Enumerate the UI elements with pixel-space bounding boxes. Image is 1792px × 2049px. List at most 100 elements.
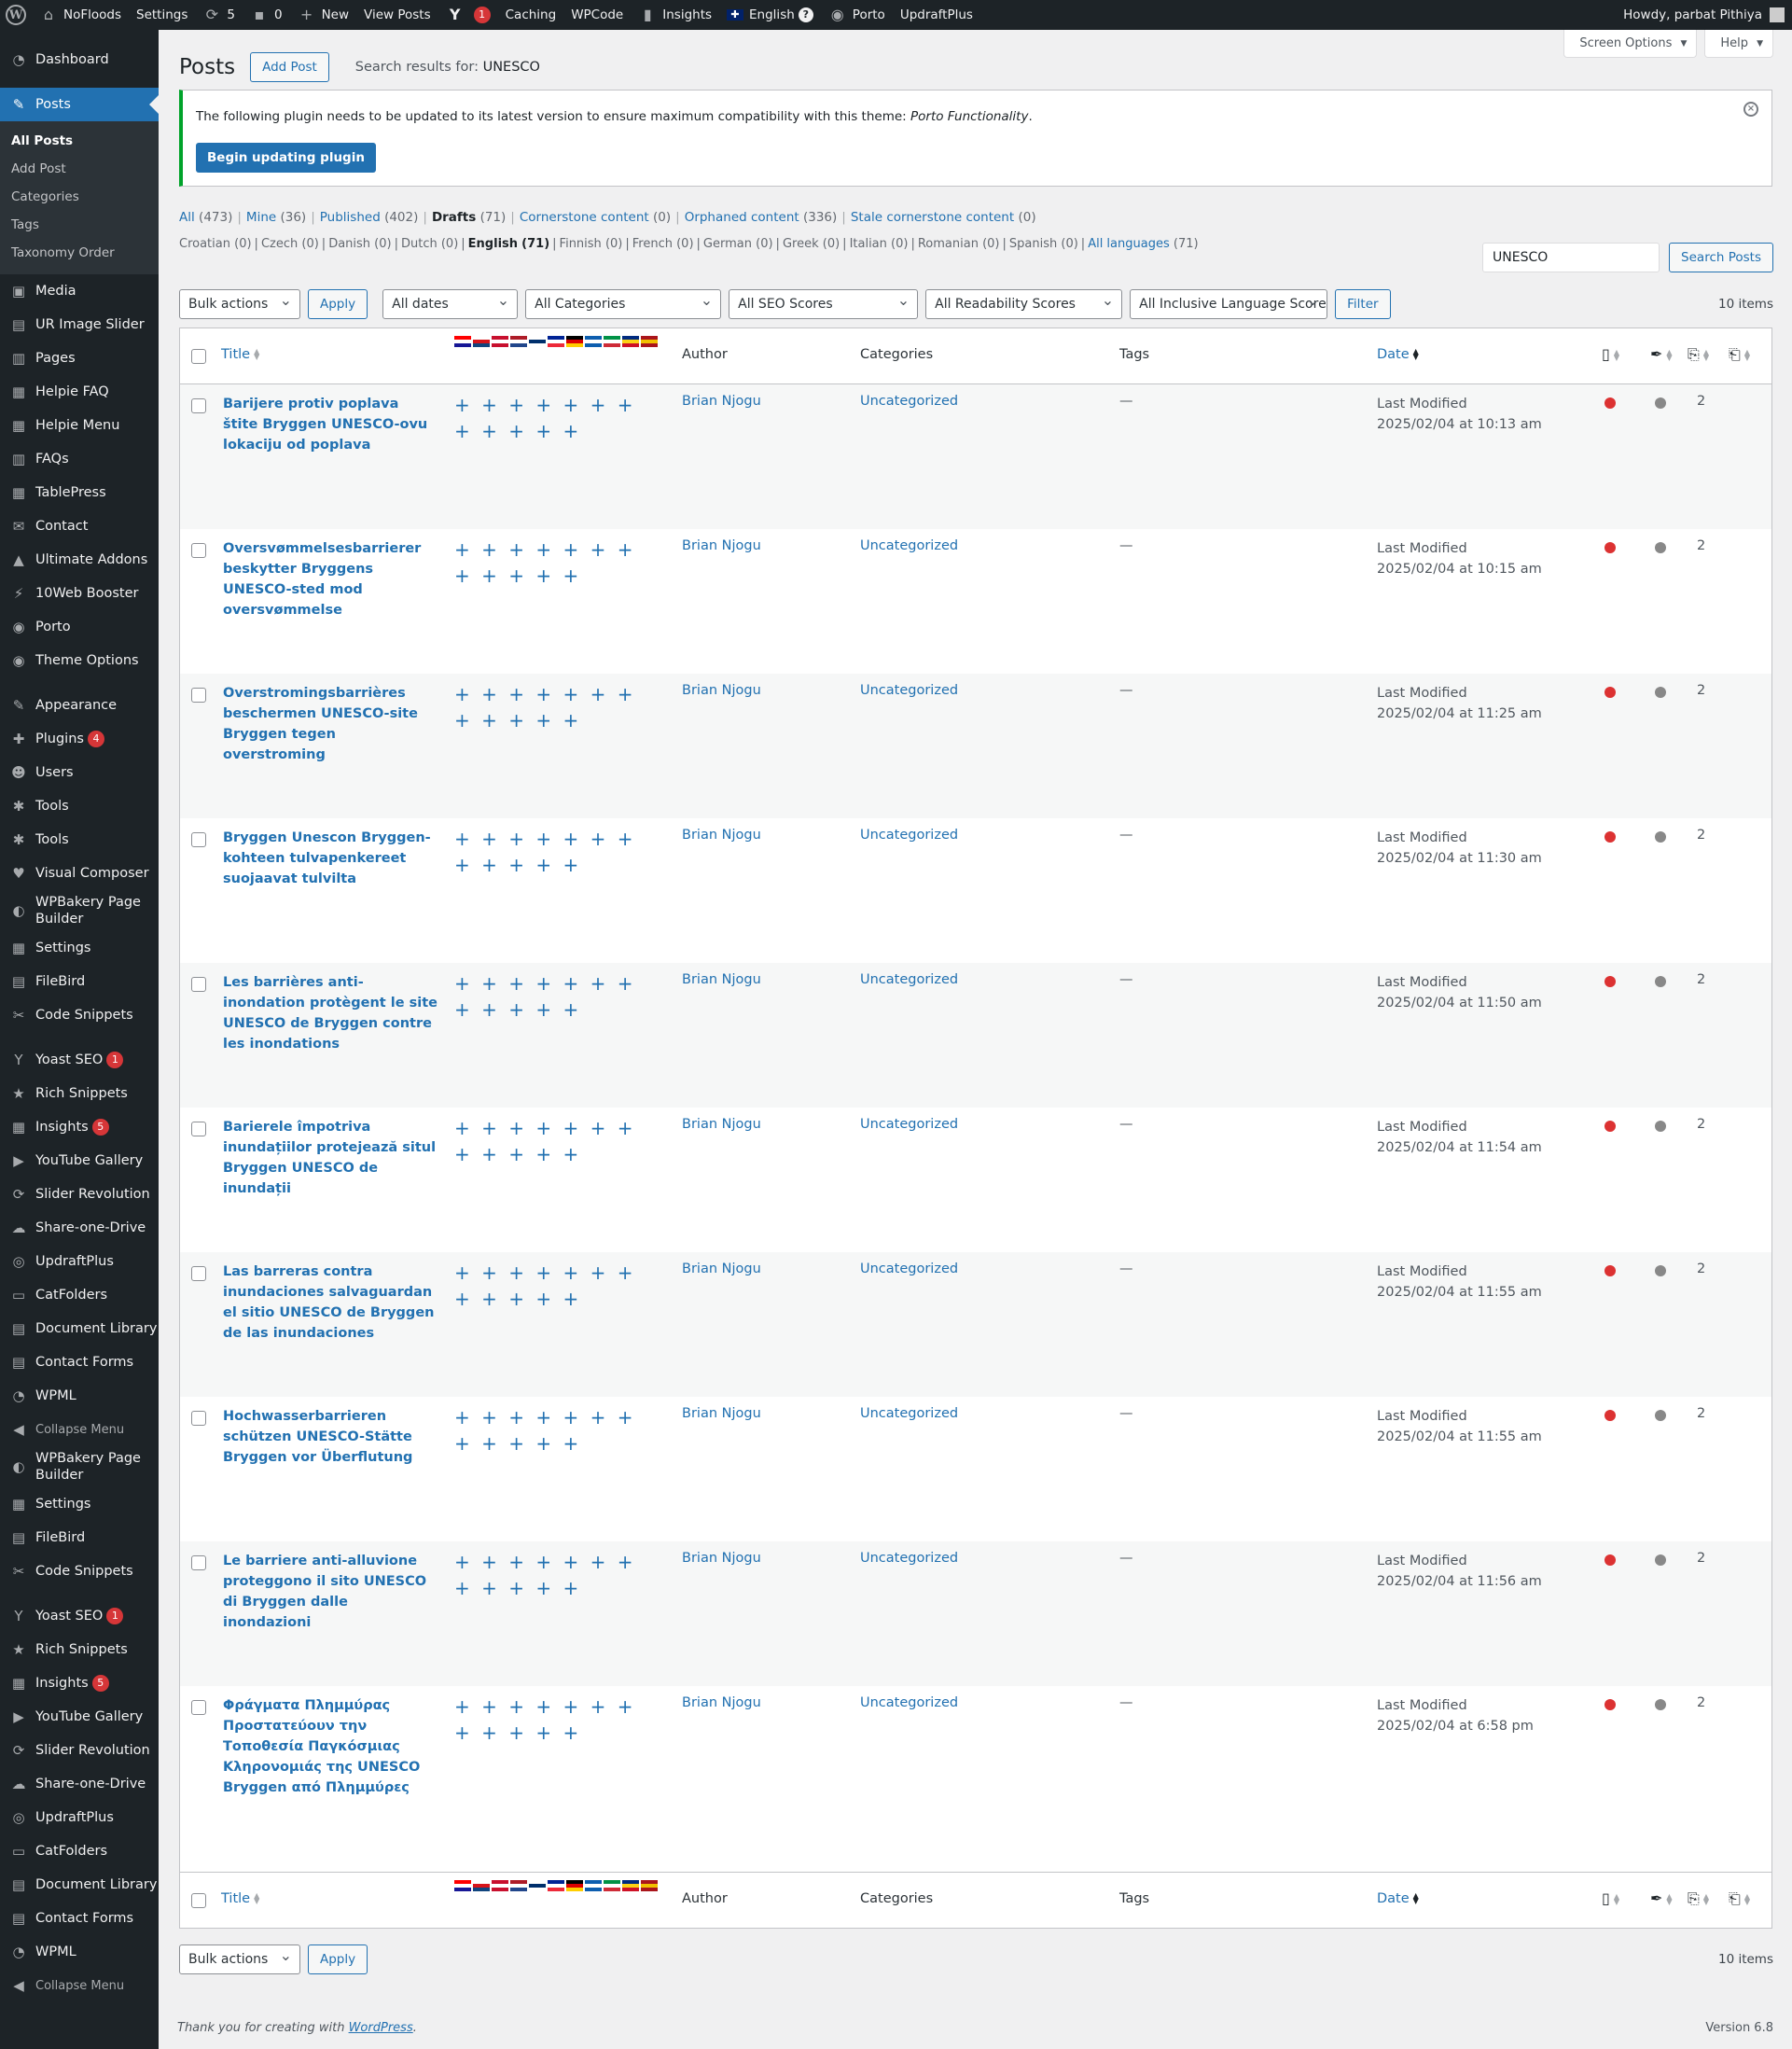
help-button[interactable]: Help bbox=[1704, 30, 1773, 58]
sidebar-item-slider-revolution[interactable]: ⟳ Slider Revolution bbox=[0, 1178, 159, 1211]
admin-bar-settings[interactable]: Settings bbox=[129, 0, 195, 30]
post-title-link[interactable]: Le barriere anti-alluvione proteggono il… bbox=[223, 1551, 438, 1633]
sidebar-item-appearance[interactable]: ✎ Appearance bbox=[0, 689, 159, 722]
language-flag-icon[interactable] bbox=[473, 1880, 490, 1891]
post-title-link[interactable]: Oversvømmelsesbarrierer beskytter Brygge… bbox=[223, 538, 438, 620]
apply-button-bottom[interactable]: Apply bbox=[308, 1944, 368, 1974]
language-flag-icon[interactable] bbox=[585, 1880, 602, 1891]
sidebar-item-insights[interactable]: ▦ Insights 5 bbox=[0, 1666, 159, 1700]
admin-bar-new[interactable]: + New bbox=[290, 0, 356, 30]
language-flag-icon[interactable] bbox=[529, 336, 546, 347]
category-link[interactable]: Uncategorized bbox=[860, 1695, 958, 1710]
sidebar-item-wpbakery-page-builder[interactable]: ◐ WPBakery Page Builder bbox=[0, 890, 159, 931]
sidebar-item-dashboard[interactable]: ◔ Dashboard bbox=[0, 43, 159, 77]
row-checkbox[interactable] bbox=[191, 1266, 206, 1281]
admin-bar-comments[interactable]: ▪ 0 bbox=[243, 0, 290, 30]
sidebar-item-code-snippets[interactable]: ✂ Code Snippets bbox=[0, 1554, 159, 1588]
post-title-link[interactable]: Hochwasserbarrieren schützen UNESCO-Stät… bbox=[223, 1406, 438, 1468]
sidebar-item-ur-image-slider[interactable]: ▤ UR Image Slider bbox=[0, 308, 159, 342]
sidebar-item-share-one-drive[interactable]: ☁ Share-one-Drive bbox=[0, 1211, 159, 1245]
sidebar-item-10web-booster[interactable]: ⚡ 10Web Booster bbox=[0, 577, 159, 610]
sidebar-item-tools[interactable]: ✱ Tools bbox=[0, 823, 159, 857]
wordpress-link[interactable]: WordPress bbox=[349, 2021, 413, 2035]
view-orphaned-content[interactable]: Orphaned content bbox=[685, 210, 799, 225]
admin-bar-caching[interactable]: Caching bbox=[498, 0, 564, 30]
language-flag-icon[interactable] bbox=[604, 336, 620, 347]
sidebar-item-rich-snippets[interactable]: ★ Rich Snippets bbox=[0, 1077, 159, 1110]
add-translation-icons[interactable]: + + + + + + + + + + + + bbox=[454, 826, 660, 878]
category-link[interactable]: Uncategorized bbox=[860, 972, 958, 987]
add-translation-icons[interactable]: + + + + + + + + + + + + bbox=[454, 1694, 660, 1746]
footer-incoming-links-icon[interactable]: ⎗ ▲ ▼ bbox=[1729, 1889, 1750, 1908]
submenu-tags[interactable]: Tags bbox=[0, 211, 159, 239]
begin-updating-plugin-button[interactable]: Begin updating plugin bbox=[196, 143, 376, 173]
bulk-actions-select-bottom[interactable]: Bulk actions bbox=[179, 1944, 300, 1974]
category-link[interactable]: Uncategorized bbox=[860, 1117, 958, 1132]
sidebar-item-updraftplus[interactable]: ◎ UpdraftPlus bbox=[0, 1801, 159, 1834]
bulk-actions-select[interactable]: Bulk actions bbox=[179, 289, 300, 319]
post-title-link[interactable]: Bryggen Unescon Bryggen-kohteen tulvapen… bbox=[223, 828, 438, 889]
language-dutch[interactable]: Dutch bbox=[401, 237, 438, 251]
footer-readability-icon[interactable]: ✒ ▲ ▼ bbox=[1650, 1889, 1673, 1907]
admin-bar-view-posts[interactable]: View Posts bbox=[356, 0, 438, 30]
language-french[interactable]: French bbox=[632, 237, 673, 251]
language-flag-icon[interactable] bbox=[566, 336, 583, 347]
header-select-all-checkbox[interactable] bbox=[191, 349, 206, 364]
add-translation-icons[interactable]: + + + + + + + + + + + + bbox=[454, 970, 660, 1023]
add-translation-icons[interactable]: + + + + + + + + + + + + bbox=[454, 681, 660, 733]
language-flag-icon[interactable] bbox=[473, 336, 490, 347]
author-link[interactable]: Brian Njogu bbox=[682, 538, 761, 553]
language-flag-icon[interactable] bbox=[510, 336, 527, 347]
admin-bar-porto[interactable]: ◉ Porto bbox=[821, 0, 893, 30]
language-flag-icon[interactable] bbox=[454, 1880, 471, 1891]
language-flag-icon[interactable] bbox=[510, 1880, 527, 1891]
header-outgoing-links-icon[interactable]: ⎘ ▲ ▼ bbox=[1688, 345, 1709, 364]
sidebar-item-porto[interactable]: ◉ Porto bbox=[0, 610, 159, 644]
row-checkbox[interactable] bbox=[191, 977, 206, 992]
apply-button[interactable]: Apply bbox=[308, 289, 368, 319]
language-flag-icon[interactable] bbox=[566, 1880, 583, 1891]
add-translation-icons[interactable]: + + + + + + + + + + + + bbox=[454, 1549, 660, 1601]
language-flag-icon[interactable] bbox=[548, 336, 564, 347]
category-link[interactable]: Uncategorized bbox=[860, 1406, 958, 1421]
sidebar-item-users[interactable]: ☻ Users bbox=[0, 756, 159, 789]
sidebar-item-filebird[interactable]: ▤ FileBird bbox=[0, 1521, 159, 1554]
sidebar-item-catfolders[interactable]: ▭ CatFolders bbox=[0, 1834, 159, 1868]
header-title-column[interactable]: Title ▲ ▼ bbox=[221, 347, 259, 362]
submenu-taxonomy-order[interactable]: Taxonomy Order bbox=[0, 239, 159, 267]
language-flag-icon[interactable] bbox=[548, 1880, 564, 1891]
sidebar-item-settings[interactable]: ▦ Settings bbox=[0, 1487, 159, 1521]
view-cornerstone-content[interactable]: Cornerstone content bbox=[520, 210, 649, 225]
admin-bar-insights[interactable]: ▮ Insights bbox=[631, 0, 719, 30]
view-published[interactable]: Published bbox=[320, 210, 381, 225]
sidebar-item-insights[interactable]: ▦ Insights 5 bbox=[0, 1110, 159, 1144]
category-link[interactable]: Uncategorized bbox=[860, 538, 958, 553]
sidebar-item-collapse-menu[interactable]: ◀ Collapse Menu bbox=[0, 1413, 159, 1446]
row-checkbox[interactable] bbox=[191, 543, 206, 558]
row-checkbox[interactable] bbox=[191, 1555, 206, 1570]
category-link[interactable]: Uncategorized bbox=[860, 683, 958, 698]
sidebar-item-wpml[interactable]: ◔ WPML bbox=[0, 1379, 159, 1413]
post-title-link[interactable]: Overstromingsbarrières beschermen UNESCO… bbox=[223, 683, 438, 765]
author-link[interactable]: Brian Njogu bbox=[682, 1406, 761, 1421]
view-mine[interactable]: Mine bbox=[246, 210, 276, 225]
header-seo-score-icon[interactable]: ▯ ▲ ▼ bbox=[1602, 345, 1619, 363]
filter-button[interactable]: Filter bbox=[1335, 289, 1391, 319]
language-flag-icon[interactable] bbox=[604, 1880, 620, 1891]
language-flag-icon[interactable] bbox=[622, 1880, 639, 1891]
sidebar-item-youtube-gallery[interactable]: ▶ YouTube Gallery bbox=[0, 1700, 159, 1734]
row-checkbox[interactable] bbox=[191, 1700, 206, 1715]
sidebar-item-faqs[interactable]: ▥ FAQs bbox=[0, 442, 159, 476]
post-title-link[interactable]: Barijere protiv poplava štite Bryggen UN… bbox=[223, 394, 438, 455]
sidebar-item-code-snippets[interactable]: ✂ Code Snippets bbox=[0, 998, 159, 1032]
sidebar-item-contact-forms[interactable]: ▤ Contact Forms bbox=[0, 1345, 159, 1379]
search-posts-button[interactable]: Search Posts bbox=[1669, 243, 1773, 272]
author-link[interactable]: Brian Njogu bbox=[682, 1695, 761, 1710]
language-german[interactable]: German bbox=[703, 237, 752, 251]
author-link[interactable]: Brian Njogu bbox=[682, 1261, 761, 1276]
sidebar-item-yoast-seo[interactable]: Y Yoast SEO 1 bbox=[0, 1043, 159, 1077]
author-link[interactable]: Brian Njogu bbox=[682, 683, 761, 698]
add-translation-icons[interactable]: + + + + + + + + + + + + bbox=[454, 1115, 660, 1167]
language-spanish[interactable]: Spanish bbox=[1009, 237, 1057, 251]
language-flag-icon[interactable] bbox=[492, 1880, 508, 1891]
